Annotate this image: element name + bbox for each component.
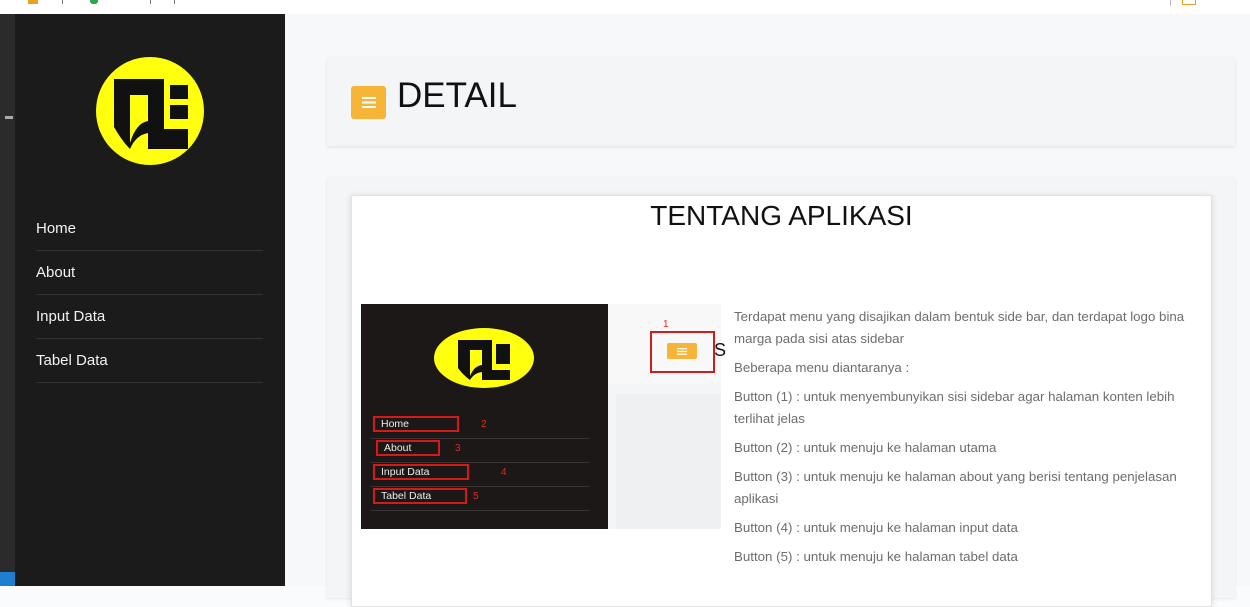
screenshot-body xyxy=(616,394,721,529)
description-paragraph: Button (5) : untuk menuju ke halaman tab… xyxy=(734,549,1018,564)
browser-toolbar-strip xyxy=(0,0,1250,15)
sidebar-toggle-button[interactable] xyxy=(351,86,386,119)
menu-icon xyxy=(677,347,687,355)
window-edge xyxy=(0,14,15,586)
screenshot-toggle-button xyxy=(667,343,697,359)
sidebar: Home About Input Data Tabel Data xyxy=(15,14,285,586)
sidebar-item-label: Input Data xyxy=(36,308,106,325)
annotation-number: 4 xyxy=(501,467,507,478)
separator xyxy=(150,0,151,4)
screenshot-sidebar: Home 2 About 3 Input Data 4 Tabel Data 5 xyxy=(361,304,608,529)
description-paragraph: Button (3) : untuk menuju ke halaman abo… xyxy=(734,469,1177,506)
screenshot-item-tabel-data: Tabel Data 5 xyxy=(371,486,589,511)
page-header: DETAIL xyxy=(327,58,1235,146)
about-card: TENTANG APLIKASI Home 2 About 3 Input Da… xyxy=(351,195,1212,607)
screenshot-item-about: About 3 xyxy=(371,438,589,463)
bina-marga-logo-small xyxy=(434,328,534,388)
sidebar-nav: Home About Input Data Tabel Data xyxy=(36,207,263,383)
screenshot-item-label: Tabel Data xyxy=(381,490,432,502)
sidebar-item-home[interactable]: Home xyxy=(36,207,263,251)
annotation-number: 1 xyxy=(663,319,669,330)
annotation-box: Home xyxy=(373,416,459,432)
separator xyxy=(174,0,175,4)
annotation-number: 5 xyxy=(473,491,479,502)
folder-icon[interactable] xyxy=(1182,0,1196,5)
description-paragraph: Button (2) : untuk menuju ke halaman uta… xyxy=(734,440,997,455)
description-paragraph: Terdapat menu yang disajikan dalam bentu… xyxy=(734,309,1185,346)
sidebar-item-about[interactable]: About xyxy=(36,251,263,295)
cropped-text: S xyxy=(714,340,727,360)
sidebar-item-label: About xyxy=(36,264,76,281)
section-title: TENTANG APLIKASI xyxy=(650,200,913,231)
menu-icon xyxy=(361,97,376,108)
description-paragraph: Beberapa menu diantaranya : xyxy=(734,360,910,375)
screenshot-item-label: Home xyxy=(381,418,410,430)
screenshot-content: 1 S xyxy=(608,304,726,529)
screenshot-item-label: About xyxy=(384,442,412,454)
page-title: DETAIL xyxy=(397,76,517,115)
sidebar-item-label: Tabel Data xyxy=(36,352,108,369)
bookmark-icon[interactable] xyxy=(28,0,38,4)
annotation-box: About xyxy=(376,440,440,456)
screenshot-item-home: Home 2 xyxy=(371,414,589,439)
description-paragraph: Button (4) : untuk menuju ke halaman inp… xyxy=(734,520,1018,535)
main-content: DETAIL TENTANG APLIKASI Home 2 About 3 I… xyxy=(285,14,1250,607)
separator xyxy=(62,0,63,4)
annotation-number: 3 xyxy=(455,443,461,454)
description: Terdapat menu yang disajikan dalam bentu… xyxy=(734,306,1206,575)
sidebar-item-label: Home xyxy=(36,220,77,237)
annotated-screenshot: Home 2 About 3 Input Data 4 Tabel Data 5… xyxy=(361,304,726,529)
taskbar-corner xyxy=(0,572,15,586)
annotation-box xyxy=(650,331,715,373)
annotation-box: Tabel Data xyxy=(373,488,467,504)
description-paragraph: Button (1) : untuk menyembunyikan sisi s… xyxy=(734,389,1175,426)
sidebar-item-tabel-data[interactable]: Tabel Data xyxy=(36,339,263,383)
separator xyxy=(1170,0,1171,6)
annotation-number: 2 xyxy=(481,419,487,430)
sidebar-item-input-data[interactable]: Input Data xyxy=(36,295,263,339)
extension-icon[interactable] xyxy=(90,0,98,4)
annotation-box: Input Data xyxy=(373,464,469,480)
bina-marga-logo xyxy=(96,57,204,165)
screenshot-item-input-data: Input Data 4 xyxy=(371,462,589,487)
handle-icon[interactable] xyxy=(5,116,13,119)
content-panel: TENTANG APLIKASI Home 2 About 3 Input Da… xyxy=(327,178,1235,607)
screenshot-item-label: Input Data xyxy=(381,466,430,478)
